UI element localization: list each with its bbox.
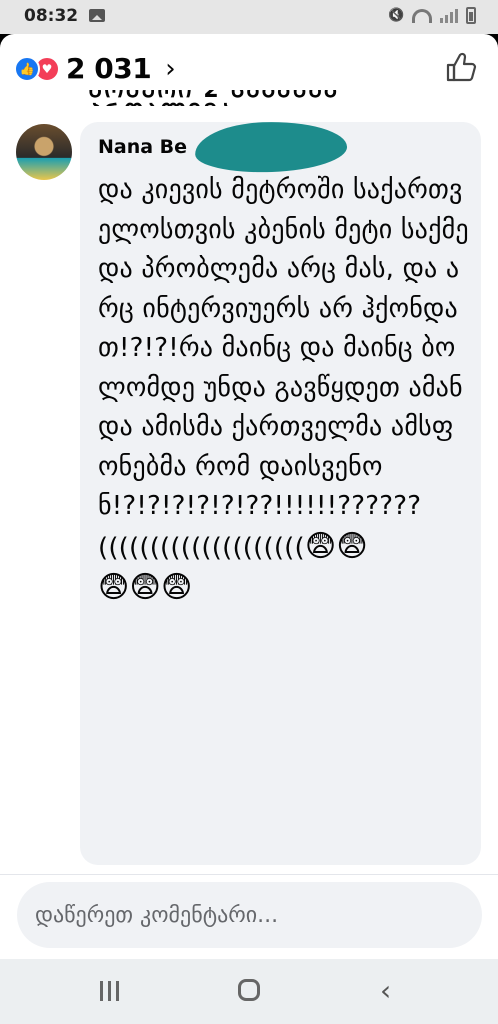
- redaction-mark: [194, 119, 348, 175]
- signal-icon: [440, 8, 458, 23]
- like-icon: 👍: [14, 55, 40, 82]
- emoji-line: 😨😨😨: [98, 570, 193, 605]
- like-button[interactable]: [444, 50, 478, 84]
- chevron-right-icon[interactable]: ›: [165, 54, 175, 84]
- comment-text: და კიევის მეტროში საქართველოსთვის კბენის…: [98, 175, 469, 605]
- reactions-summary[interactable]: 👍 ♥ 2 031 ›: [14, 52, 176, 85]
- previous-comment-text: ᲜᲝᲛᲔᲠᲘ 2 ᲡᲐᲒᲐᲜᲛᲐ ᲞᲠᲝᲑᲚᲔᲛᲐ...: [88, 90, 340, 106]
- comment-input[interactable]: [17, 882, 482, 948]
- status-time: 08:32: [24, 6, 79, 26]
- reaction-count: 2 031: [66, 52, 152, 85]
- wifi-icon: [412, 8, 432, 23]
- status-bar: 08:32: [0, 0, 498, 34]
- android-nav-bar: ‹: [0, 959, 498, 1024]
- comment-bubble[interactable]: Nana Be და კიევის მეტროში საქართველოსთვი…: [80, 119, 481, 865]
- mute-icon: [388, 8, 404, 24]
- status-icons: [388, 7, 476, 24]
- recents-icon[interactable]: [100, 981, 119, 1001]
- avatar[interactable]: [16, 124, 72, 180]
- divider: [0, 874, 498, 875]
- emoji-inline: 😨😨: [304, 528, 368, 564]
- home-icon[interactable]: [238, 979, 260, 1001]
- comments-sheet: 👍 ♥ 2 031 › ᲜᲝᲛᲔᲠᲘ 2 ᲡᲐᲒᲐᲜᲛᲐ ᲞᲠᲝᲑᲚᲔᲛᲐ...…: [0, 34, 498, 1024]
- battery-icon: [466, 7, 476, 24]
- back-icon[interactable]: ‹: [380, 977, 391, 1005]
- gallery-notification-icon: [89, 9, 105, 22]
- comment-author[interactable]: Nana Be: [98, 136, 187, 158]
